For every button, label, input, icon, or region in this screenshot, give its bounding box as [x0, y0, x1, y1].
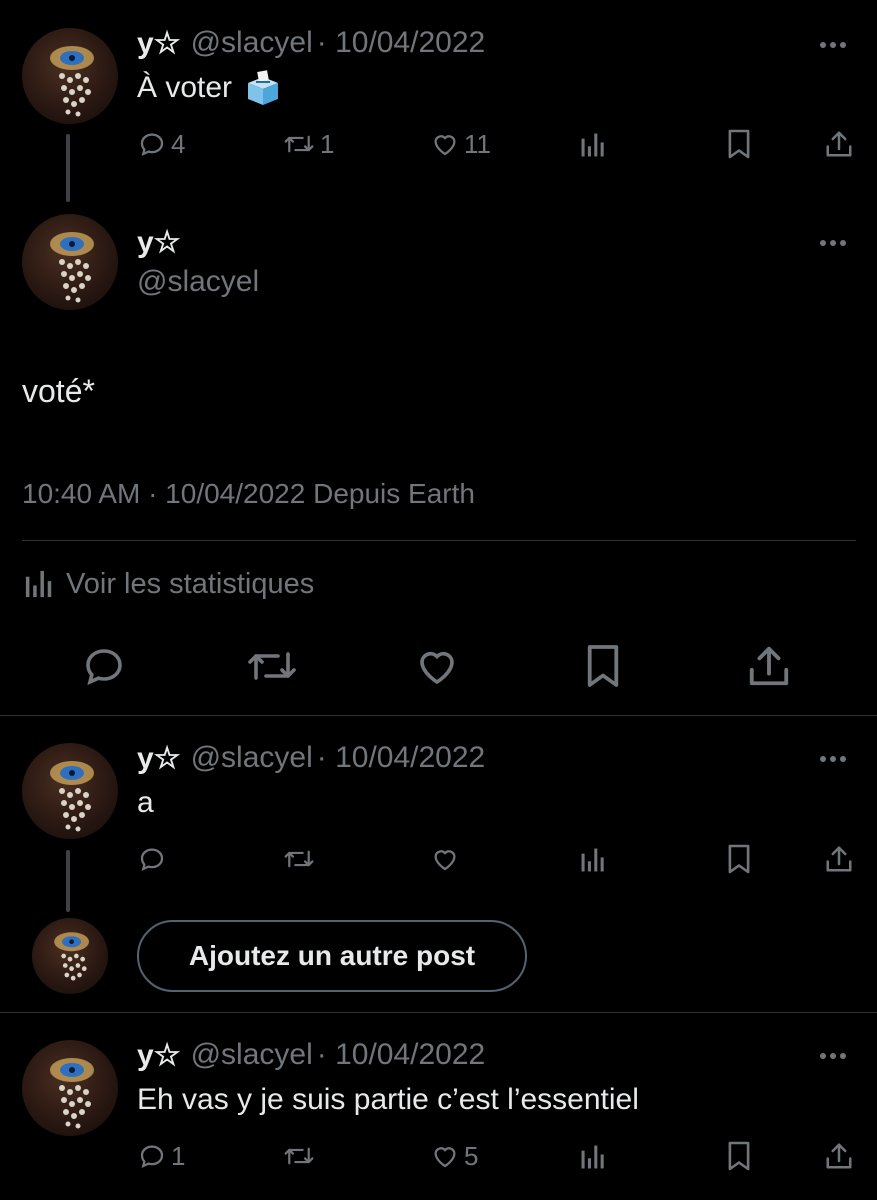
avatar[interactable] — [32, 918, 108, 994]
views-button[interactable] — [580, 1142, 606, 1172]
user-handle[interactable]: @slacyel — [191, 26, 313, 60]
share-upload-icon — [824, 1141, 854, 1171]
repost-button[interactable] — [282, 1140, 320, 1172]
bar-chart-icon — [580, 131, 606, 159]
user-handle[interactable]: @slacyel — [191, 741, 313, 775]
share-upload-icon — [824, 844, 854, 874]
bookmark-icon — [726, 128, 752, 160]
post-text: À voter — [137, 71, 233, 104]
speech-bubble-icon — [137, 129, 167, 159]
more-options-icon[interactable] — [820, 756, 846, 762]
more-options-icon[interactable] — [820, 1053, 846, 1059]
display-name[interactable]: y☆ — [137, 26, 181, 61]
share-upload-icon — [746, 643, 792, 689]
bar-chart-icon — [24, 568, 54, 600]
bookmark-icon — [726, 843, 752, 875]
like-count: 5 — [464, 1140, 479, 1171]
bookmark-button[interactable] — [726, 128, 752, 160]
post-text: voté* — [22, 372, 95, 409]
display-name[interactable]: y☆ — [137, 1038, 181, 1073]
avatar[interactable] — [22, 214, 118, 310]
more-options-icon[interactable] — [820, 240, 846, 246]
share-upload-icon — [824, 129, 854, 159]
post-date[interactable]: · 10/04/2022 — [317, 1038, 485, 1072]
user-handle[interactable]: @slacyel — [191, 1038, 313, 1072]
like-button[interactable] — [430, 843, 464, 875]
thread-line — [66, 850, 70, 912]
avatar[interactable] — [22, 1040, 118, 1136]
like-count: 11 — [464, 128, 491, 159]
reply-count: 4 — [171, 128, 186, 159]
add-another-post-button[interactable]: Ajoutez un autre post — [137, 920, 527, 992]
speech-bubble-icon — [137, 844, 167, 874]
repost-arrows-icon — [282, 129, 316, 159]
post-text: Eh vas y je suis partie c’est l’essentie… — [137, 1083, 639, 1116]
views-button[interactable] — [580, 130, 606, 160]
share-button[interactable] — [746, 642, 792, 690]
repost-arrows-icon — [282, 1141, 316, 1171]
more-options-icon[interactable] — [820, 42, 846, 48]
avatar[interactable] — [22, 28, 118, 124]
reply-button[interactable]: 1 — [137, 1140, 185, 1172]
like-button[interactable]: 11 — [430, 128, 491, 160]
display-name[interactable]: y☆ — [137, 741, 181, 776]
bookmark-button[interactable] — [726, 1140, 752, 1172]
post-date[interactable]: · 10/04/2022 — [317, 26, 485, 60]
reply-button[interactable] — [137, 843, 171, 875]
like-button[interactable] — [412, 642, 462, 690]
display-name[interactable]: y☆ — [137, 225, 181, 260]
heart-icon — [430, 844, 460, 874]
views-button[interactable] — [580, 845, 606, 875]
avatar[interactable] — [22, 743, 118, 839]
share-button[interactable] — [824, 843, 854, 875]
repost-button[interactable] — [282, 843, 320, 875]
post-date[interactable]: · 10/04/2022 — [317, 741, 485, 775]
bar-chart-icon — [580, 846, 606, 874]
bookmark-button[interactable] — [726, 843, 752, 875]
repost-arrows-icon — [282, 844, 316, 874]
divider — [22, 540, 856, 541]
speech-bubble-icon — [137, 1141, 167, 1171]
share-button[interactable] — [824, 128, 854, 160]
divider — [0, 715, 877, 716]
reply-button[interactable] — [80, 642, 128, 690]
view-stats-link[interactable]: Voir les statistiques — [24, 564, 314, 604]
reply-button[interactable]: 4 — [137, 128, 185, 160]
thread-line — [66, 134, 70, 202]
repost-button[interactable] — [244, 642, 300, 690]
reply-count: 1 — [171, 1140, 186, 1171]
user-handle[interactable]: @slacyel — [137, 265, 259, 299]
repost-button[interactable]: 1 — [282, 128, 334, 160]
bookmark-icon — [584, 642, 622, 690]
share-button[interactable] — [824, 1140, 854, 1172]
bookmark-icon — [726, 1140, 752, 1172]
bar-chart-icon — [580, 1143, 606, 1171]
divider — [0, 1012, 877, 1013]
heart-icon — [412, 642, 462, 690]
heart-icon — [430, 1141, 460, 1171]
view-stats-label: Voir les statistiques — [66, 567, 315, 600]
like-button[interactable]: 5 — [430, 1140, 478, 1172]
repost-count: 1 — [320, 128, 335, 159]
heart-icon — [430, 129, 460, 159]
repost-arrows-icon — [244, 642, 300, 690]
post-timestamp[interactable]: 10:40 AM · 10/04/2022 Depuis Earth — [22, 478, 475, 510]
post-text: a — [137, 786, 154, 819]
bookmark-button[interactable] — [584, 642, 622, 690]
speech-bubble-icon — [80, 642, 128, 690]
ballot-box-emoji — [244, 69, 282, 107]
